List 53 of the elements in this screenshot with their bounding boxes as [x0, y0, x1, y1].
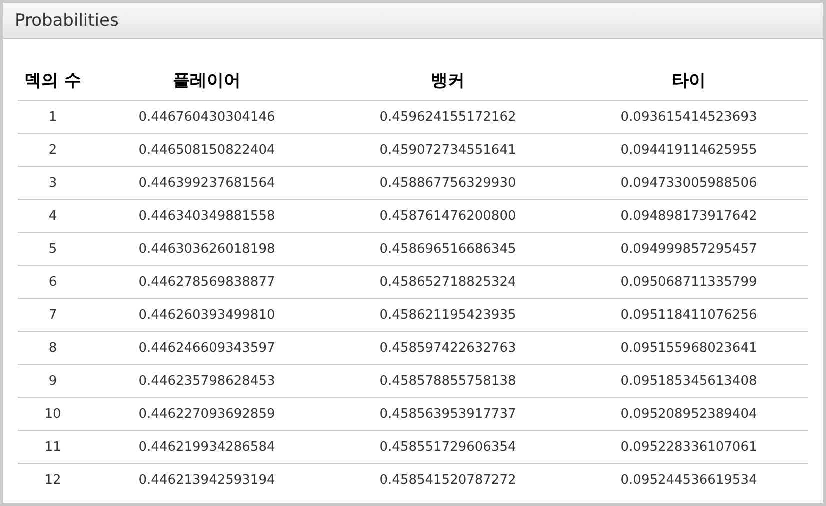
- table-cell: 0.446235798628453: [138, 374, 276, 388]
- table-cell: 0.094419114625955: [620, 142, 758, 158]
- table-cell: 0.095068711335799: [620, 274, 758, 290]
- table-cell: 0.458621195423935: [380, 308, 516, 322]
- table-cell: 0.094898173917642: [620, 208, 758, 224]
- table-cell: 0.458696516686345: [380, 242, 516, 256]
- table-cell: 0.446303626018198: [138, 242, 276, 256]
- table-cell: 0.446278569838877: [138, 274, 276, 290]
- table-cell: 7: [48, 308, 58, 322]
- table-cell: 0.459624155172162: [380, 110, 516, 124]
- column-header: 뱅커: [431, 71, 465, 91]
- table-cell: 3: [48, 176, 58, 190]
- table-cell: 0.459072734551641: [380, 142, 516, 158]
- table-cell: 4: [48, 208, 58, 224]
- table-cell: 0.458597422632763: [380, 340, 516, 356]
- table-cell: 0.093615414523693: [620, 110, 758, 124]
- table-cell: 0.446213942593194: [138, 472, 276, 488]
- table-cell: 11: [44, 440, 62, 454]
- table-cell: 0.446340349881558: [138, 208, 276, 224]
- panel-title: Probabilities: [15, 10, 119, 30]
- table-cell: 0.446760430304146: [138, 110, 276, 124]
- table-cell: 9: [48, 374, 58, 388]
- table-cell: 0.446227093692859: [138, 406, 276, 422]
- table-cell: 0.458761476200800: [380, 208, 516, 224]
- table-cell: 0.458541520787272: [380, 472, 516, 488]
- table-cell: 2: [48, 142, 58, 158]
- table-cell: 0.095228336107061: [620, 440, 758, 454]
- table-cell: 0.095208952389404: [620, 406, 758, 422]
- table-cell: 0.458551729606354: [380, 440, 516, 454]
- table-cell: 12: [44, 472, 62, 488]
- table-cell: 1: [48, 110, 58, 124]
- table-cell: 6: [48, 274, 58, 290]
- table-cell: 0.446399237681564: [138, 176, 276, 190]
- table-cell: 0.094999857295457: [620, 242, 758, 256]
- table-cell: 5: [48, 242, 58, 256]
- table-cell: 0.458652718825324: [380, 274, 516, 290]
- table-cell: 0.095185345613408: [620, 374, 758, 388]
- table-cell: 0.458867756329930: [380, 176, 516, 190]
- table-cell: 0.095155968023641: [620, 340, 758, 356]
- table-cell: 0.446260393499810: [138, 308, 276, 322]
- table-cell: 0.095244536619534: [620, 472, 758, 488]
- table-cell: 8: [48, 340, 58, 356]
- column-header: 덱의 수: [24, 71, 82, 91]
- table-cell: 0.458578855758138: [380, 374, 516, 388]
- table-cell: 0.095118411076256: [620, 308, 758, 322]
- table-cell: 10: [44, 406, 62, 422]
- table-cell: 0.458563953917737: [380, 406, 516, 422]
- table-cell: 0.446219934286584: [138, 440, 276, 454]
- column-header: 타이: [672, 71, 706, 91]
- table-cell: 0.446246609343597: [138, 340, 276, 356]
- table-cell: 0.446508150822404: [138, 142, 276, 158]
- table-cell: 0.094733005988506: [620, 176, 758, 190]
- column-header: 플레이어: [173, 71, 241, 91]
